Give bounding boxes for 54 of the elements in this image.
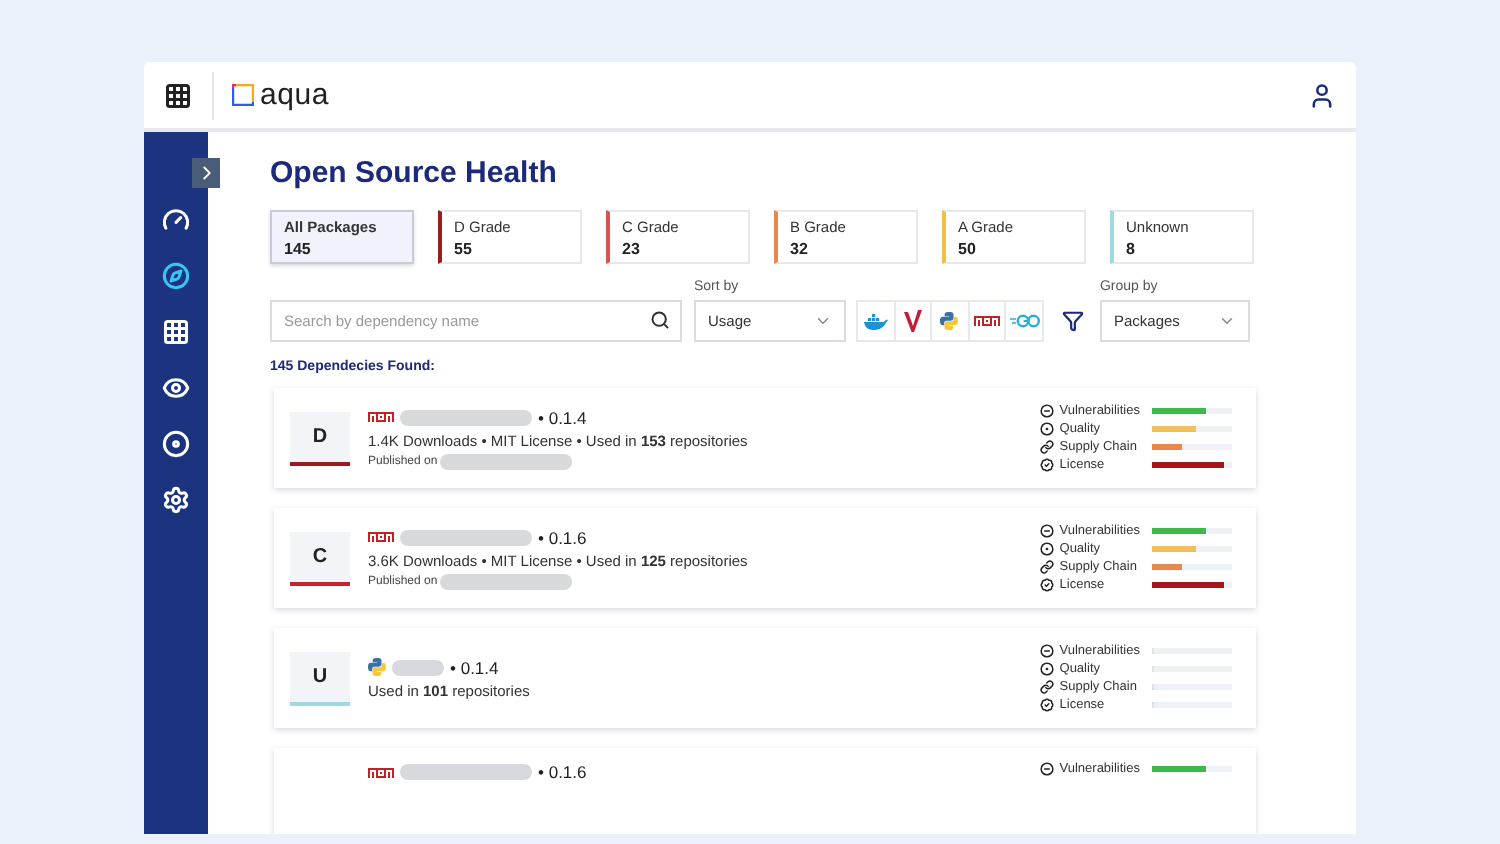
link-icon bbox=[1039, 680, 1054, 694]
page-title: Open Source Health bbox=[270, 156, 559, 190]
python-logo-icon bbox=[940, 312, 959, 330]
circle-dot-icon bbox=[1039, 422, 1054, 436]
user-icon[interactable] bbox=[1308, 81, 1336, 109]
eye-icon[interactable] bbox=[162, 374, 190, 402]
whale-icon bbox=[863, 313, 888, 329]
redacted-date bbox=[439, 453, 572, 469]
npm-logo-icon bbox=[368, 532, 394, 542]
npm-logo-icon bbox=[368, 412, 394, 422]
circle-minus-icon bbox=[1039, 524, 1054, 538]
ecosystem-filter-button[interactable] bbox=[856, 300, 896, 342]
expand-sidebar-button[interactable] bbox=[192, 158, 220, 188]
link-icon bbox=[1039, 440, 1054, 454]
chevron-down-icon bbox=[814, 312, 832, 330]
circle-minus-icon bbox=[1039, 404, 1054, 418]
redacted-name bbox=[392, 659, 444, 675]
badge-icon bbox=[1039, 698, 1054, 712]
grade-badge: U bbox=[290, 651, 350, 705]
grid-icon[interactable] bbox=[162, 318, 190, 346]
package-version: • 0.1.6 bbox=[538, 762, 587, 782]
disc-icon[interactable] bbox=[162, 430, 190, 458]
grade-badge: D bbox=[290, 411, 350, 465]
gauge-icon[interactable] bbox=[162, 206, 190, 234]
npm-logo-icon bbox=[368, 767, 394, 777]
package-version: • 0.1.6 bbox=[538, 527, 587, 547]
redacted-name bbox=[400, 764, 532, 780]
ecosystem-filter-button[interactable] bbox=[930, 300, 970, 342]
grade-badge: C bbox=[290, 531, 350, 585]
circle-minus-icon bbox=[1039, 644, 1054, 658]
package-version: • 0.1.4 bbox=[450, 657, 499, 677]
logo-icon bbox=[232, 84, 254, 106]
link-icon bbox=[1039, 560, 1054, 574]
settings-icon[interactable] bbox=[162, 486, 190, 514]
badge-icon bbox=[1039, 458, 1054, 472]
circle-dot-icon bbox=[1039, 542, 1054, 556]
ecosystem-filter-button[interactable] bbox=[1004, 300, 1044, 342]
badge-icon bbox=[1039, 578, 1054, 592]
chevron-down-icon bbox=[1217, 312, 1236, 330]
logo-text: aqua bbox=[260, 78, 330, 112]
redacted-date bbox=[439, 573, 572, 589]
filter-icon[interactable] bbox=[1061, 310, 1084, 332]
ecosystem-filter-button[interactable] bbox=[967, 300, 1007, 342]
redacted-name bbox=[400, 409, 532, 425]
redacted-name bbox=[400, 529, 532, 545]
search-icon[interactable] bbox=[650, 310, 670, 330]
npm-logo-icon bbox=[974, 316, 1001, 326]
compass-icon[interactable] bbox=[162, 262, 190, 290]
python-logo-icon bbox=[368, 658, 386, 676]
ecosystem-filter-button[interactable] bbox=[893, 300, 933, 342]
circle-minus-icon bbox=[1039, 762, 1054, 776]
circle-dot-icon bbox=[1039, 662, 1054, 676]
apps-menu-icon[interactable] bbox=[164, 81, 192, 109]
package-version: • 0.1.4 bbox=[538, 407, 587, 427]
